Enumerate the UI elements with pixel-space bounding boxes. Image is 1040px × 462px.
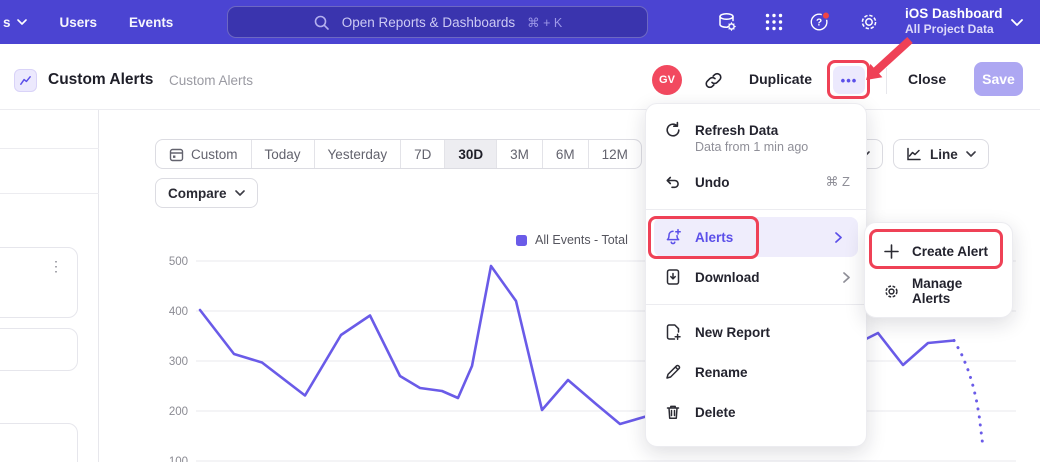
alert-bell-plus-icon	[664, 228, 682, 246]
breadcrumb: Custom Alerts	[169, 73, 253, 88]
range-6m[interactable]: 6M	[543, 140, 589, 168]
save-button[interactable]: Save	[974, 62, 1023, 96]
calendar-icon	[169, 147, 184, 162]
settings-gear-icon[interactable]	[858, 11, 880, 33]
alerts-submenu: Create Alert Manage Alerts	[864, 222, 1013, 318]
chart-legend: All Events - Total	[516, 233, 628, 247]
range-3m[interactable]: 3M	[497, 140, 543, 168]
svg-text:200: 200	[169, 406, 188, 418]
help-icon[interactable]: ?	[809, 11, 831, 33]
undo-icon	[664, 173, 682, 191]
submenu-item-manage-alerts[interactable]: Manage Alerts	[865, 271, 1012, 311]
close-button[interactable]: Close	[908, 71, 946, 87]
menu-item-delete[interactable]: Delete	[646, 392, 866, 432]
range-30d-selected[interactable]: 30D	[445, 140, 497, 168]
download-icon	[664, 268, 682, 286]
more-options-button[interactable]: •••	[833, 66, 865, 94]
new-report-icon	[664, 323, 682, 341]
date-range-selector: Custom Today Yesterday 7D 30D 3M 6M 12M	[155, 139, 642, 169]
project-scope: All Project Data	[905, 22, 1003, 37]
share-link-icon[interactable]	[704, 71, 723, 90]
refresh-icon	[664, 121, 682, 139]
gear-icon	[883, 283, 900, 300]
chevron-down-icon	[966, 151, 976, 157]
sidebar-card[interactable]	[0, 328, 78, 371]
range-yesterday[interactable]: Yesterday	[315, 140, 402, 168]
header-divider	[886, 68, 887, 94]
project-selector[interactable]: iOS Dashboard All Project Data	[905, 5, 1003, 37]
page-title: Custom Alerts	[48, 71, 153, 89]
range-custom[interactable]: Custom	[156, 140, 252, 168]
report-header	[0, 44, 1040, 110]
menu-item-undo[interactable]: Undo ⌘ Z	[646, 162, 866, 202]
card-kebab-menu-icon[interactable]: ⋮	[49, 258, 63, 275]
chevron-right-icon	[835, 232, 842, 243]
menu-separator	[646, 304, 866, 305]
search-input[interactable]: Open Reports & Dashboards ⌘ + K	[227, 6, 648, 38]
line-chart-icon	[906, 147, 922, 162]
range-today[interactable]: Today	[252, 140, 315, 168]
nav-item-users[interactable]: Users	[60, 15, 98, 30]
menu-item-download[interactable]: Download	[646, 257, 866, 297]
chevron-right-icon	[843, 272, 850, 283]
report-type-icon	[14, 69, 37, 92]
legend-swatch	[516, 235, 527, 246]
refresh-status-text: Data from 1 min ago	[646, 140, 866, 154]
top-navbar: s Users Events Open Reports & Dashboards…	[0, 0, 1040, 44]
submenu-item-create-alert[interactable]: Create Alert	[865, 231, 1012, 271]
project-name: iOS Dashboard	[905, 5, 1003, 22]
chevron-down-icon	[1011, 19, 1023, 26]
rename-pencil-icon	[664, 363, 682, 381]
search-icon	[313, 14, 330, 31]
menu-separator	[646, 209, 866, 210]
plus-icon	[883, 243, 900, 260]
more-options-menu: Refresh Data Data from 1 min ago Undo ⌘ …	[645, 103, 867, 447]
nav-item-partial[interactable]: s	[3, 15, 27, 30]
search-placeholder: Open Reports & Dashboards	[342, 15, 515, 30]
compare-button[interactable]: Compare	[155, 178, 258, 208]
chevron-down-icon	[235, 190, 245, 196]
svg-text:400: 400	[169, 306, 188, 318]
nav-item-events[interactable]: Events	[129, 15, 173, 30]
undo-shortcut: ⌘ Z	[825, 174, 850, 190]
duplicate-button[interactable]: Duplicate	[749, 71, 812, 87]
left-sidebar: ⋮	[0, 110, 99, 462]
chevron-down-icon	[17, 19, 27, 25]
sidebar-card[interactable]	[0, 423, 78, 462]
sidebar-card[interactable]: ⋮	[0, 247, 78, 318]
sidebar-divider	[0, 193, 99, 194]
svg-text:?: ?	[816, 18, 822, 29]
chart-type-button[interactable]: Line	[893, 139, 989, 169]
svg-text:100: 100	[169, 456, 188, 462]
svg-text:500: 500	[169, 256, 188, 268]
menu-item-rename[interactable]: Rename	[646, 352, 866, 392]
delete-trash-icon	[664, 403, 682, 421]
svg-text:300: 300	[169, 356, 188, 368]
range-12m[interactable]: 12M	[589, 140, 641, 168]
search-shortcut: ⌘ + K	[527, 15, 562, 30]
sidebar-divider	[0, 148, 99, 149]
menu-item-new-report[interactable]: New Report	[646, 312, 866, 352]
range-7d[interactable]: 7D	[401, 140, 445, 168]
data-management-icon[interactable]	[716, 11, 738, 33]
legend-label: All Events - Total	[535, 233, 628, 247]
app-root: 500 400 300 200 100 All Events - Total ⋮ s U…	[0, 0, 1040, 462]
avatar[interactable]: GV	[652, 65, 682, 95]
menu-item-alerts[interactable]: Alerts	[654, 217, 858, 257]
apps-grid-icon[interactable]	[763, 11, 785, 33]
